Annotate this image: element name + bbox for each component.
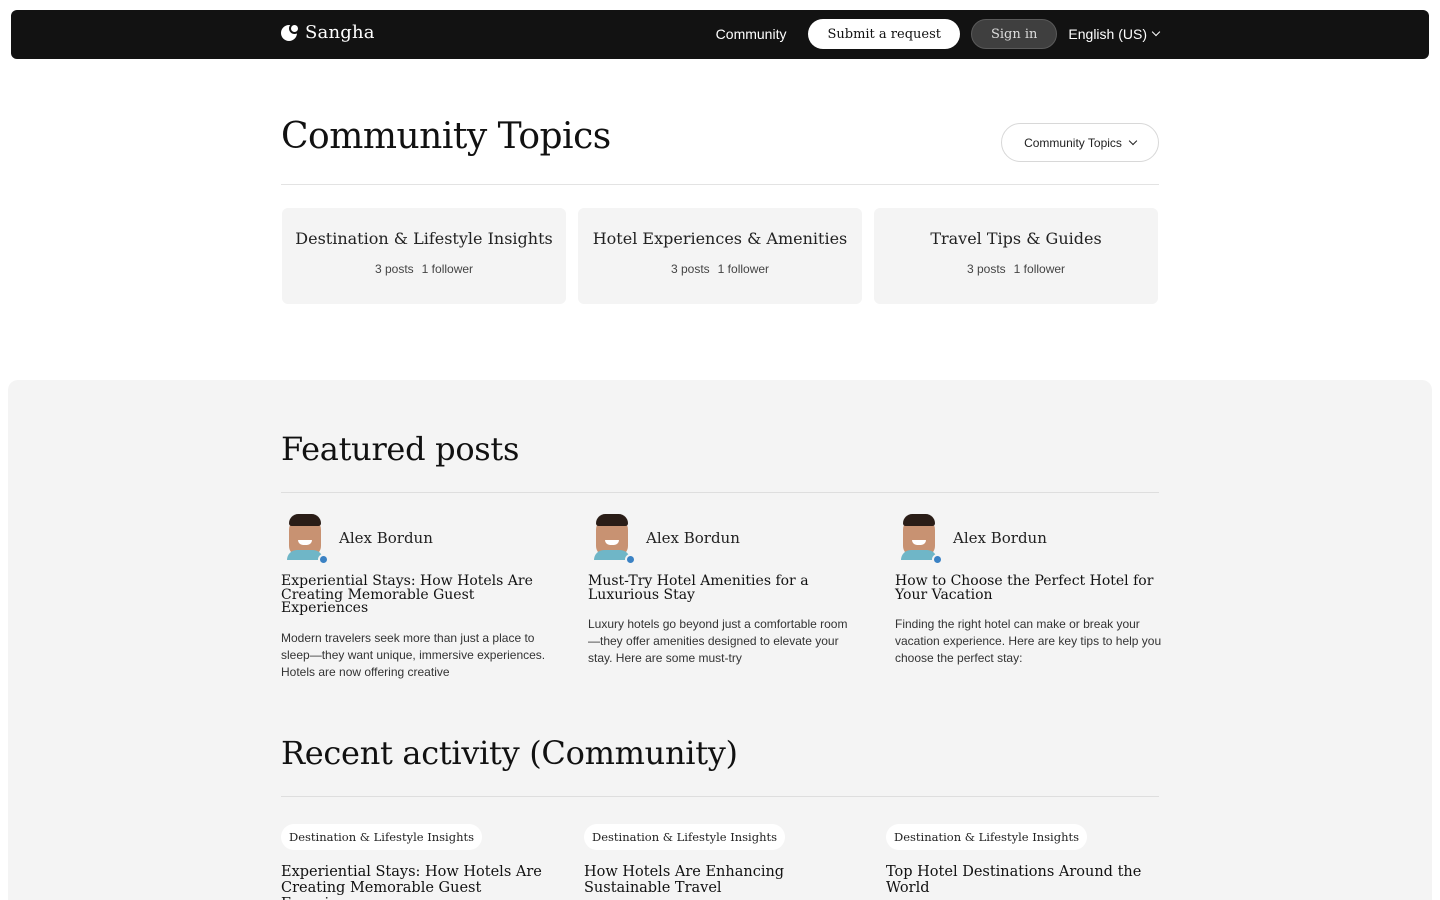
brand-home-link[interactable]: Sangha xyxy=(281,22,375,43)
topic-meta: 3 posts 1 follower xyxy=(578,262,862,276)
top-navigation-bar: Sangha Community Submit a request Sign i… xyxy=(11,10,1429,59)
activity-item: Destination & Lifestyle Insights Top Hot… xyxy=(886,824,1161,896)
nav-community-link[interactable]: Community xyxy=(716,26,787,42)
topic-title: Travel Tips & Guides xyxy=(930,229,1102,248)
featured-post: Alex Bordun Experiential Stays: How Hote… xyxy=(281,514,551,681)
activity-title-link[interactable]: How Hotels Are Enhancing Sustainable Tra… xyxy=(584,864,859,896)
topic-follower-count: 1 follower xyxy=(421,262,474,276)
avatar xyxy=(281,514,329,565)
divider xyxy=(281,184,1159,185)
topics-dropdown[interactable]: Community Topics xyxy=(1001,123,1159,162)
post-title-link[interactable]: How to Choose the Perfect Hotel for Your… xyxy=(895,574,1165,602)
page-title: Community Topics xyxy=(281,116,611,157)
divider xyxy=(281,796,1159,797)
post-excerpt: Luxury hotels go beyond just a comfortab… xyxy=(588,617,848,665)
verified-badge-icon xyxy=(318,554,329,565)
divider xyxy=(281,492,1159,493)
post-author[interactable]: Alex Bordun xyxy=(895,514,1165,565)
post-author[interactable]: Alex Bordun xyxy=(588,514,858,565)
post-excerpt: Finding the right hotel can make or brea… xyxy=(895,617,1162,665)
language-selector[interactable]: English (US) xyxy=(1068,26,1161,42)
topic-follower-count: 1 follower xyxy=(717,262,770,276)
author-name: Alex Bordun xyxy=(646,529,740,547)
topic-post-count: 3 posts xyxy=(670,262,710,276)
language-label: English (US) xyxy=(1068,26,1147,42)
avatar xyxy=(895,514,943,565)
topic-tag[interactable]: Destination & Lifestyle Insights xyxy=(584,824,786,850)
verified-badge-icon xyxy=(625,554,636,565)
recent-activity-heading: Recent activity (Community) xyxy=(281,734,738,772)
chevron-down-icon xyxy=(1151,27,1161,37)
activity-title-link[interactable]: Experiential Stays: How Hotels Are Creat… xyxy=(281,864,556,900)
chevron-down-icon xyxy=(1128,136,1138,145)
post-excerpt: Modern travelers seek more than just a p… xyxy=(281,630,546,679)
brand-name: Sangha xyxy=(305,22,375,43)
topic-tag[interactable]: Destination & Lifestyle Insights xyxy=(281,824,483,850)
activity-item: Destination & Lifestyle Insights Experie… xyxy=(281,824,556,900)
topic-card-hotel-experiences[interactable]: Hotel Experiences & Amenities 3 posts 1 f… xyxy=(578,208,862,304)
topics-dropdown-label: Community Topics xyxy=(1024,135,1122,150)
topic-post-count: 3 posts xyxy=(966,262,1006,276)
topic-meta: 3 posts 1 follower xyxy=(282,262,566,276)
sign-in-button[interactable]: Sign in xyxy=(970,19,1058,49)
post-title-link[interactable]: Must-Try Hotel Amenities for a Luxurious… xyxy=(588,574,858,602)
author-name: Alex Bordun xyxy=(339,529,433,547)
topic-card-travel-tips[interactable]: Travel Tips & Guides 3 posts 1 follower xyxy=(874,208,1158,304)
submit-request-button[interactable]: Submit a request xyxy=(808,19,960,49)
topic-follower-count: 1 follower xyxy=(1013,262,1066,276)
topic-title: Destination & Lifestyle Insights xyxy=(295,229,553,248)
topic-tag[interactable]: Destination & Lifestyle Insights xyxy=(886,824,1088,850)
post-author[interactable]: Alex Bordun xyxy=(281,514,551,565)
featured-posts-heading: Featured posts xyxy=(281,430,520,468)
avatar xyxy=(588,514,636,565)
topic-title: Hotel Experiences & Amenities xyxy=(592,229,848,248)
verified-badge-icon xyxy=(932,554,943,565)
featured-post: Alex Bordun How to Choose the Perfect Ho… xyxy=(895,514,1165,667)
activity-title-link[interactable]: Top Hotel Destinations Around the World xyxy=(886,864,1161,896)
header-nav: Community Submit a request Sign in Engli… xyxy=(716,19,1161,49)
post-title-link[interactable]: Experiential Stays: How Hotels Are Creat… xyxy=(281,574,551,616)
featured-post: Alex Bordun Must-Try Hotel Amenities for… xyxy=(588,514,858,667)
topic-card-destination-lifestyle[interactable]: Destination & Lifestyle Insights 3 posts… xyxy=(282,208,566,304)
activity-item: Destination & Lifestyle Insights How Hot… xyxy=(584,824,859,896)
topic-post-count: 3 posts xyxy=(374,262,414,276)
author-name: Alex Bordun xyxy=(953,529,1047,547)
brand-logo-icon xyxy=(281,22,301,43)
topic-meta: 3 posts 1 follower xyxy=(874,262,1158,276)
